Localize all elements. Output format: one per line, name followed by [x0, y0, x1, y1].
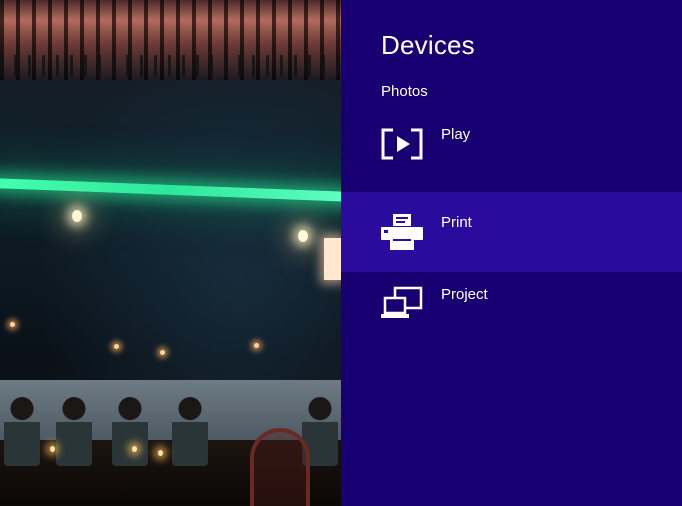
photo-lamp: [298, 230, 308, 242]
device-item-print[interactable]: Print: [341, 192, 682, 272]
photo-person: [112, 396, 148, 466]
photo-person: [4, 396, 40, 466]
device-item-project[interactable]: Project: [341, 264, 682, 344]
device-item-print-label: Print: [441, 214, 472, 231]
photo-small-light: [114, 344, 119, 349]
panel-title: Devices: [381, 30, 475, 60]
photo-green-light-strip: [0, 178, 341, 202]
photo-candle: [158, 450, 163, 456]
background-photo: [0, 0, 341, 506]
photo-candle: [50, 446, 55, 452]
photo-small-light: [254, 343, 259, 348]
project-icon: [381, 286, 423, 318]
device-item-play[interactable]: Play: [341, 104, 682, 184]
photo-balcony-railing: [0, 55, 341, 77]
device-item-play-label: Play: [441, 126, 471, 143]
photo-lamp: [72, 210, 82, 222]
play-icon: [381, 128, 423, 160]
photo-poster: [324, 238, 341, 280]
printer-icon: [381, 214, 423, 250]
photo-candle: [132, 446, 137, 452]
photo-small-light: [10, 322, 15, 327]
panel-subtitle: Photos: [381, 83, 428, 100]
photo-small-light: [160, 350, 165, 355]
devices-panel: Devices Photos Play Print Project: [341, 0, 682, 506]
photo-person: [56, 396, 92, 466]
photo-chair: [250, 428, 310, 506]
photo-person: [172, 396, 208, 466]
device-item-project-label: Project: [441, 286, 488, 303]
